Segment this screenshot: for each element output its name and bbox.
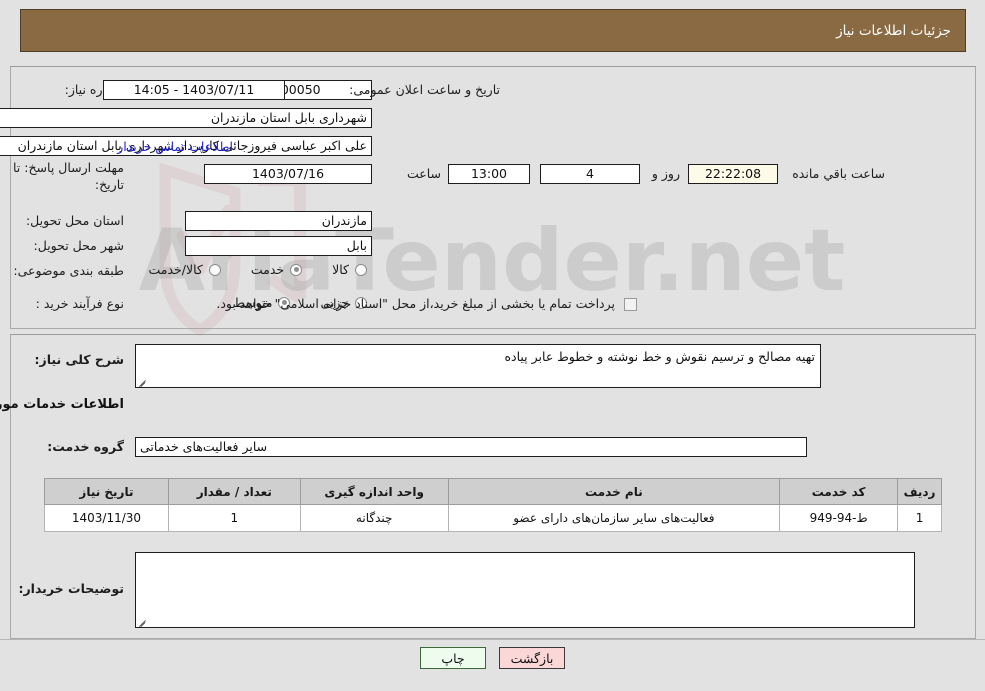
footer-divider [0, 639, 985, 640]
category-radio-group: کالا خدمت کالا/خدمت [148, 262, 367, 277]
summary-textarea[interactable]: تهیه مصالح و ترسیم نقوش و خط نوشته و خطو… [135, 344, 821, 388]
deadline-hour-label-row: ساعت [407, 166, 441, 183]
remaining-days-value: 4 [540, 164, 640, 184]
service-group-label: گروه خدمت: [47, 439, 124, 454]
process-type-label: نوع فرآیند خرید : [35, 296, 124, 311]
resize-grip-icon-notes[interactable] [138, 616, 148, 626]
deadline-hour-value: 13:00 [448, 164, 530, 184]
resize-grip-icon[interactable] [138, 376, 148, 386]
buyer-org-value: شهرداری بابل استان مازندران [0, 108, 372, 128]
remaining-time-label: ساعت باقي مانده [792, 166, 885, 181]
buyer-notes-label: توضیحات خریدار: [18, 581, 124, 596]
buyer-notes-textarea[interactable] [135, 552, 915, 628]
province-value: مازندران [185, 211, 372, 231]
announce-datetime-label: تاریخ و ساعت اعلان عمومی: [349, 82, 500, 97]
cell-row-no: 1 [897, 504, 942, 532]
remaining-days-field: 4 [540, 164, 640, 184]
print-button[interactable]: چاپ [420, 647, 486, 669]
th-quantity: تعداد / مقدار [167, 478, 301, 505]
radio-label-kala: کالا [332, 262, 349, 277]
city-label: شهر محل تحویل: [33, 238, 124, 253]
service-group-value: سایر فعالیت‌های خدماتی [135, 437, 807, 457]
contact-link-row[interactable]: اطلاعات تماس خریدار [117, 139, 233, 154]
page-root: AriaTender.net جزئیات اطلاعات نیاز شماره… [0, 0, 985, 691]
th-service-code: کد خدمت [779, 478, 899, 505]
th-service-name: نام خدمت [447, 478, 781, 505]
summary-label: شرح کلی نیاز: [34, 352, 124, 367]
cell-service-code: ط-94-949 [779, 504, 899, 532]
radio-label-khedmat: خدمت [250, 262, 285, 277]
announce-datetime-value: 1403/07/11 - 14:05 [103, 80, 285, 100]
deadline-label-row: مهلت ارسال پاسخ: تا تاریخ: [4, 160, 124, 194]
radio-option-kala[interactable]: کالا [332, 262, 367, 277]
cell-unit: چندگانه [299, 504, 449, 532]
remaining-time-label-row: ساعت باقي مانده [792, 166, 885, 183]
remaining-days-label: روز و [651, 166, 680, 181]
th-row-no: ردیف [897, 478, 942, 505]
service-group-field[interactable]: سایر فعالیت‌های خدماتی [135, 437, 807, 457]
page-title: جزئیات اطلاعات نیاز [836, 22, 951, 39]
deadline-label: مهلت ارسال پاسخ: تا تاریخ: [13, 160, 124, 192]
treasury-checkbox[interactable] [624, 297, 637, 311]
footer-button-bar: بازگشت چاپ [0, 647, 985, 669]
deadline-date-field[interactable]: 1403/07/16 [204, 164, 372, 184]
buyer-org-field[interactable]: شهرداری بابل استان مازندران [0, 108, 372, 128]
treasury-option[interactable]: پرداخت تمام یا بخشی از مبلغ خرید،از محل … [216, 296, 637, 313]
cell-service-name: فعالیت‌های سایر سازمان‌های دارای عضو [447, 504, 781, 532]
remaining-days-label-row: روز و [652, 166, 680, 183]
back-button[interactable]: بازگشت [499, 647, 565, 669]
table-header-row: ردیف کد خدمت نام خدمت واحد اندازه گیری ت… [44, 478, 942, 505]
city-field[interactable]: بابل [185, 236, 372, 256]
province-label: استان محل تحویل: [25, 213, 124, 228]
deadline-hour-label: ساعت [406, 166, 441, 181]
summary-label-row: شرح کلی نیاز: [35, 352, 124, 369]
category-label: طبقه بندی موضوعی: [13, 263, 124, 278]
th-need-date: تاریخ نیاز [44, 478, 169, 505]
summary-value: تهیه مصالح و ترسیم نقوش و خط نوشته و خطو… [504, 349, 815, 364]
radio-label-kala-khedmat: کالا/خدمت [148, 262, 203, 277]
radio-icon-kala-khedmat[interactable] [208, 263, 221, 276]
category-label-row: طبقه بندی موضوعی: [13, 263, 124, 280]
remaining-time-field: 22:22:08 [688, 164, 778, 184]
buyer-contact-link[interactable]: اطلاعات تماس خریدار [117, 139, 233, 154]
service-items-table: ردیف کد خدمت نام خدمت واحد اندازه گیری ت… [44, 478, 942, 532]
service-group-label-row: گروه خدمت: [47, 439, 124, 456]
cell-need-date: 1403/11/30 [44, 504, 169, 532]
services-heading: اطلاعات خدمات مورد نیاز [0, 397, 124, 412]
radio-option-kala-khedmat[interactable]: کالا/خدمت [148, 262, 221, 277]
announce-label-row: تاریخ و ساعت اعلان عمومی: [349, 82, 500, 99]
need-info-panel [10, 66, 976, 329]
radio-icon-kala[interactable] [355, 263, 367, 276]
window-title-bar: جزئیات اطلاعات نیاز [20, 9, 966, 52]
radio-option-khedmat[interactable]: خدمت [250, 262, 303, 277]
deadline-hour-field[interactable]: 13:00 [448, 164, 530, 184]
announce-datetime-field[interactable]: 1403/07/11 - 14:05 [103, 80, 285, 100]
city-value: بابل [185, 236, 372, 256]
radio-icon-khedmat[interactable] [290, 263, 303, 276]
th-unit: واحد اندازه گیری [299, 478, 449, 505]
table-row[interactable]: 1 ط-94-949 فعالیت‌های سایر سازمان‌های دا… [44, 504, 942, 532]
cell-quantity: 1 [167, 504, 301, 532]
buyer-notes-label-row: توضیحات خریدار: [18, 581, 124, 598]
province-label-row: استان محل تحویل: [26, 213, 124, 230]
process-label-row: نوع فرآیند خرید : [36, 296, 124, 313]
treasury-text: پرداخت تمام یا بخشی از مبلغ خرید،از محل … [216, 296, 615, 311]
province-field[interactable]: مازندران [185, 211, 372, 231]
remaining-time-value: 22:22:08 [688, 164, 778, 184]
deadline-date-value: 1403/07/16 [204, 164, 372, 184]
city-label-row: شهر محل تحویل: [34, 238, 124, 255]
